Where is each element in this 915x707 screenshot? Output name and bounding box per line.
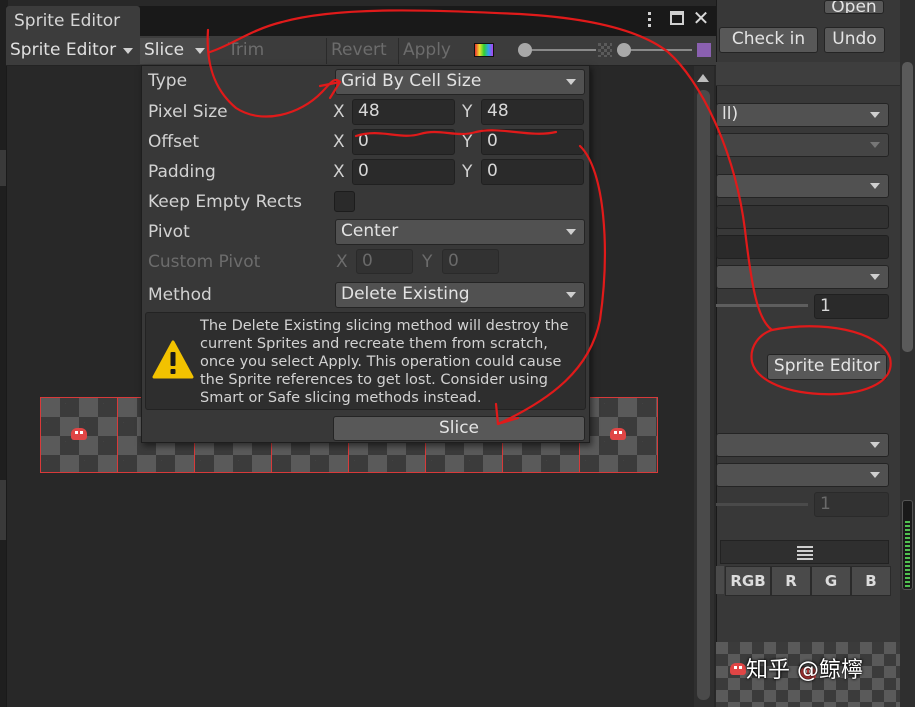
- watermark: 知乎 @鲸檸: [746, 658, 863, 683]
- annotation-arrow-slice: [496, 144, 606, 426]
- annotation-arrow-type: [206, 28, 342, 118]
- annotation-arrowhead: [494, 402, 520, 426]
- annotation-overlay: [206, 9, 892, 426]
- annotation-offset-underline: [354, 129, 558, 138]
- annotation-line-to-inspector: [208, 9, 774, 332]
- annotation-circle-sprite-editor-button: [750, 325, 892, 396]
